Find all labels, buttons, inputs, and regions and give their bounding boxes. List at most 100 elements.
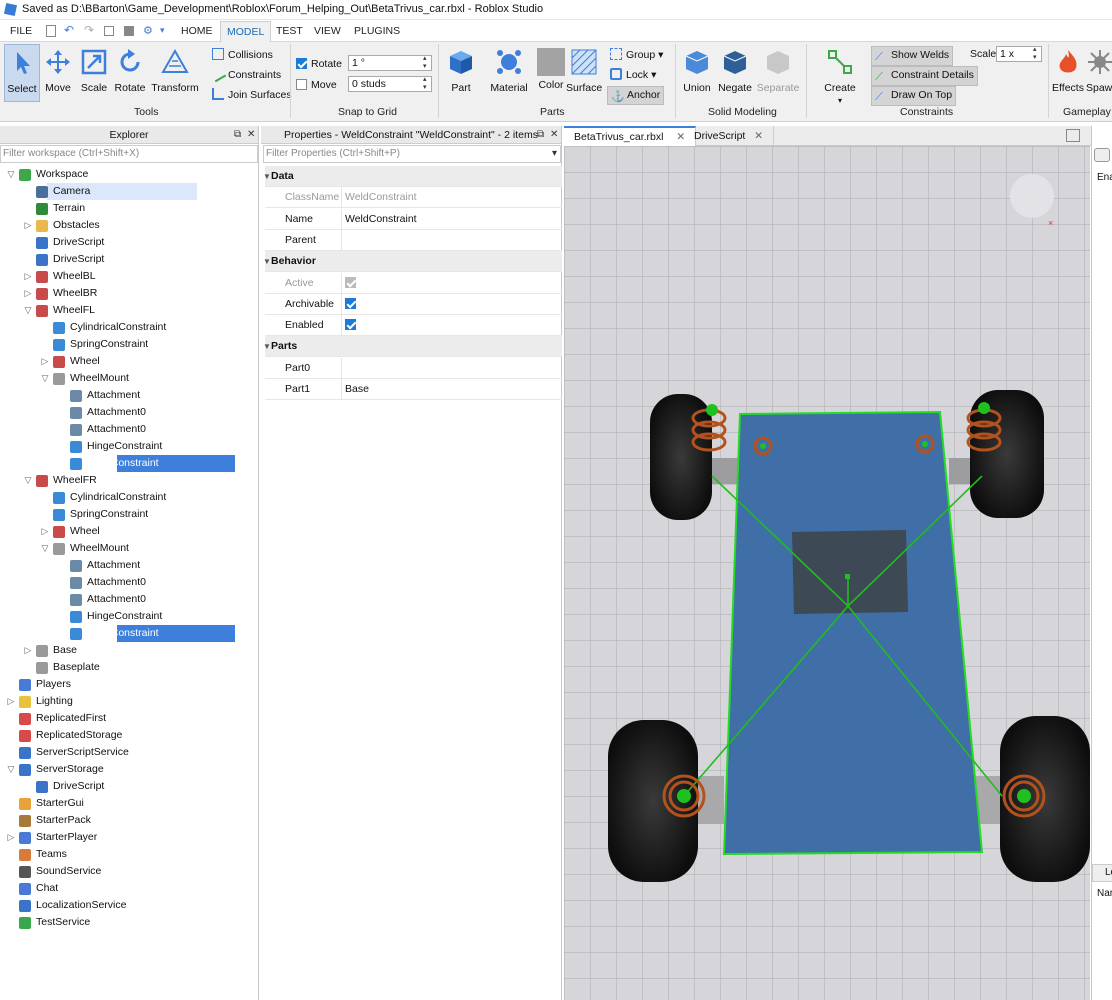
move-tool-button[interactable]: Move xyxy=(42,48,74,94)
chevron-down-icon[interactable]: ▽ xyxy=(6,761,16,778)
property-checkbox[interactable] xyxy=(345,276,356,288)
effects-button[interactable]: Effects xyxy=(1052,48,1084,94)
chevron-down-icon[interactable]: ▾ xyxy=(552,148,557,159)
rotate-tool-button[interactable]: Rotate xyxy=(112,48,148,94)
tree-item[interactable]: Attachment xyxy=(0,557,258,574)
tree-item[interactable]: TestService xyxy=(0,914,258,931)
chat-bubble-icon[interactable] xyxy=(1094,148,1110,162)
tree-item[interactable]: ▽ ServerStorage xyxy=(0,761,258,778)
tree-item[interactable]: ▽ WheelFL xyxy=(0,302,258,319)
scale-tool-button[interactable]: Scale xyxy=(78,48,110,94)
chevron-down-icon[interactable]: ▽ xyxy=(23,472,33,489)
group-button[interactable]: Group ▾ xyxy=(610,48,663,61)
chevron-right-icon[interactable]: ▷ xyxy=(23,217,33,234)
property-checkbox[interactable] xyxy=(345,297,356,309)
close-icon[interactable]: ✕ xyxy=(550,129,558,140)
menu-test[interactable]: TEST xyxy=(276,25,303,37)
tree-item[interactable]: Teams xyxy=(0,846,258,863)
constraints-toggle[interactable]: Constraints xyxy=(209,65,281,83)
properties-filter-input[interactable]: Filter Properties (Ctrl+Shift+P) ▾ xyxy=(263,145,561,163)
tree-item[interactable]: ▽ WheelFR xyxy=(0,472,258,489)
property-value[interactable]: Base xyxy=(341,379,561,399)
menu-file[interactable]: FILE xyxy=(10,25,32,37)
tree-item[interactable]: ReplicatedStorage xyxy=(0,727,258,744)
chevron-right-icon[interactable]: ▷ xyxy=(23,268,33,285)
tree-item[interactable]: ▷ StarterPlayer xyxy=(0,829,258,846)
constraint-scale-input[interactable]: 1 x xyxy=(996,46,1042,62)
tree-item[interactable]: DriveScript xyxy=(0,778,258,795)
negate-button[interactable]: Negate xyxy=(718,48,752,94)
tree-item[interactable]: ServerScriptService xyxy=(0,744,258,761)
part-button[interactable]: Part xyxy=(444,48,478,94)
chevron-down-icon[interactable]: ▽ xyxy=(23,302,33,319)
tree-item[interactable]: ▽ WheelMount xyxy=(0,370,258,387)
3d-viewport[interactable]: × xyxy=(564,146,1090,1000)
constraint-details-toggle[interactable]: ⟋ Constraint Details xyxy=(871,66,978,86)
float-panel-icon[interactable]: ⧉ xyxy=(537,129,544,140)
tree-item[interactable]: LocalizationService xyxy=(0,897,258,914)
tree-item[interactable]: StarterGui xyxy=(0,795,258,812)
property-row[interactable]: Active xyxy=(265,272,562,294)
separate-button[interactable]: Separate xyxy=(756,48,800,94)
union-button[interactable]: Union xyxy=(682,48,712,94)
chevron-right-icon[interactable]: ▷ xyxy=(40,523,50,540)
tree-item[interactable]: ▽ Workspace xyxy=(0,166,258,183)
tree-item[interactable]: ▷ Obstacles xyxy=(0,217,258,234)
property-category[interactable]: ▼ Behavior xyxy=(263,251,562,273)
tree-item[interactable]: ▷ Lighting xyxy=(0,693,258,710)
tree-item[interactable]: ▷ Wheel xyxy=(0,353,258,370)
tree-item[interactable]: ▽ WheelMount xyxy=(0,540,258,557)
property-value[interactable] xyxy=(341,315,561,336)
tree-item[interactable]: Players xyxy=(0,676,258,693)
menu-view[interactable]: VIEW xyxy=(314,25,341,37)
view-cube-icon[interactable] xyxy=(1010,174,1054,218)
chevron-down-icon[interactable]: ▼ xyxy=(263,336,271,357)
property-row[interactable]: Name WeldConstraint xyxy=(265,208,562,230)
tree-item[interactable]: WeldConstraint xyxy=(70,455,235,472)
maximize-viewport-icon[interactable] xyxy=(1066,129,1080,142)
property-row[interactable]: Parent xyxy=(265,229,562,251)
tree-item[interactable]: SoundService xyxy=(0,863,258,880)
tree-item[interactable]: SpringConstraint xyxy=(0,336,258,353)
property-value[interactable] xyxy=(341,229,561,250)
collisions-toggle[interactable]: Collisions xyxy=(212,48,273,61)
surface-button[interactable]: Surface xyxy=(566,48,602,94)
chevron-right-icon[interactable]: ▷ xyxy=(23,285,33,302)
tab-drivescript[interactable]: DriveScript ✕ xyxy=(684,126,775,146)
tree-item[interactable]: DriveScript xyxy=(0,251,258,268)
new-file-icon[interactable] xyxy=(46,25,56,37)
menu-plugins[interactable]: PLUGINS xyxy=(354,25,400,37)
property-value[interactable] xyxy=(341,357,561,378)
close-icon[interactable]: ✕ xyxy=(754,130,763,142)
tree-item[interactable]: ReplicatedFirst xyxy=(0,710,258,727)
tree-item[interactable]: HingeConstraint xyxy=(0,608,258,625)
create-constraint-button[interactable]: Create ▾ xyxy=(822,48,858,106)
join-surfaces-toggle[interactable]: Join Surfaces xyxy=(212,88,292,101)
tree-item[interactable]: Attachment xyxy=(0,387,258,404)
tree-item[interactable]: Camera xyxy=(36,183,197,200)
anchor-button[interactable]: ⚓ Anchor xyxy=(607,86,665,105)
tree-item[interactable]: CylindricalConstraint xyxy=(0,319,258,336)
property-row[interactable]: Enabled xyxy=(265,315,562,337)
property-category[interactable]: ▼ Data xyxy=(263,166,562,187)
undo-icon[interactable]: ↶ xyxy=(64,23,74,37)
tree-item[interactable]: Attachment0 xyxy=(0,591,258,608)
rotate-increment-input[interactable]: 1 ° xyxy=(348,55,432,71)
tree-item[interactable]: ▷ WheelBL xyxy=(0,268,258,285)
chevron-right-icon[interactable]: ▷ xyxy=(6,829,16,846)
property-row[interactable]: Part1 Base xyxy=(265,379,562,400)
spawn-button[interactable]: Spaw xyxy=(1086,48,1112,94)
lock-button[interactable]: Lock ▾ xyxy=(610,68,656,81)
tab-place[interactable]: BetaTrivus_car.rbxl ✕ xyxy=(564,126,697,146)
material-button[interactable]: Material xyxy=(486,48,532,94)
transform-tool-button[interactable]: Transform xyxy=(150,48,200,94)
tree-item[interactable]: Chat xyxy=(0,880,258,897)
chevron-down-icon[interactable]: ▽ xyxy=(40,370,50,387)
select-tool-button[interactable]: Select xyxy=(4,44,40,102)
chevron-right-icon[interactable]: ▷ xyxy=(40,353,50,370)
tree-item[interactable]: DriveScript xyxy=(0,234,258,251)
close-icon[interactable]: ✕ xyxy=(247,129,255,140)
chevron-down-icon[interactable]: ▼ xyxy=(263,166,271,187)
tree-item[interactable]: Baseplate xyxy=(0,659,258,676)
color-button[interactable]: Color xyxy=(536,48,566,91)
